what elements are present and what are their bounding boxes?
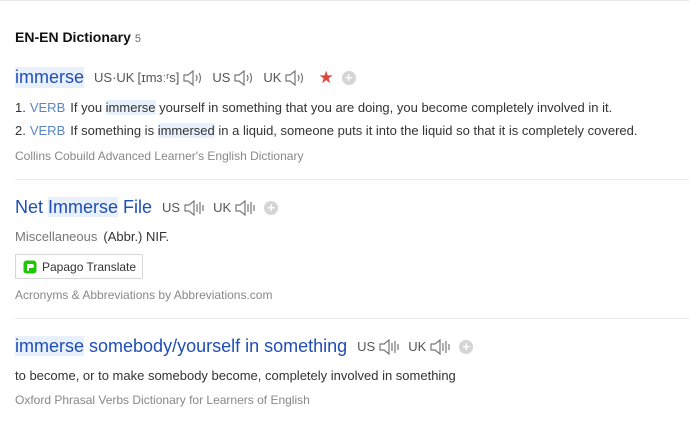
headword-part: Net [15,197,49,217]
papago-translate-button[interactable]: Papago Translate [15,254,143,279]
plus-icon[interactable]: + [264,200,279,215]
pron-label-uk: UK [213,200,232,215]
headword-part: File [118,197,153,217]
definition-1: 1. VERB If you immerse yourself in somethi… [15,100,612,115]
speaker-icon[interactable] [378,338,400,356]
source-credit: Oxford Phrasal Verbs Dictionary for Lear… [15,393,310,407]
headword-link[interactable]: immerse [15,67,85,88]
definition-number: 1. [15,100,26,115]
definition-number: 2. [15,123,26,138]
definition-text: If you [70,100,106,115]
speaker-icon[interactable] [284,69,306,87]
misc-abbreviation: (Abbr.) NIF. [103,229,170,244]
part-of-speech: VERB [29,123,66,138]
dictionary-header: EN-EN Dictionary 5 [15,29,141,45]
definition-text: in a liquid, someone puts it into the li… [214,123,638,138]
plus-icon[interactable]: + [341,70,356,85]
pron-label-uk: UK [263,70,282,85]
definition-text: If something is [70,123,158,138]
pron-label-uk: UK [408,339,427,354]
headword-highlight: immerse [15,336,85,356]
headword-link[interactable]: immerse somebody/yourself in something [15,336,347,357]
pron-label-us: US [212,70,231,85]
entry-immerse-head: immerse US·UK [ɪmɜːʳs] US UK ★ + [15,67,356,88]
entry-net-immerse-file-head: Net Immerse File US UK + [15,197,279,218]
definition-1: to become, or to make somebody become, c… [15,368,456,383]
plus-icon[interactable]: + [459,339,474,354]
papago-icon [23,260,37,273]
misc-category: Miscellaneous [15,229,98,244]
speaker-icon[interactable] [234,199,256,217]
papago-label: Papago Translate [42,259,137,274]
pronunciation-group: US·UK [ɪmɜːʳs] US UK [94,69,314,87]
phonetic-text: [ɪmɜːʳs] [137,70,180,85]
speaker-icon[interactable] [233,69,255,87]
part-of-speech: VERB [29,100,66,115]
speaker-icon[interactable] [429,338,451,356]
headword-highlight: Immerse [48,197,119,217]
pronunciation-group: US UK [162,199,264,217]
pronunciation-group: US UK [357,338,459,356]
entry-immerse-phrase-head: immerse somebody/yourself in something U… [15,336,474,357]
dictionary-title: EN-EN Dictionary [15,29,131,45]
definition-highlight: immerse [105,100,156,115]
source-credit: Collins Cobuild Advanced Learner's Engli… [15,149,304,163]
pron-label-usuk: US·UK [94,70,135,85]
headword-part: somebody/yourself in something [84,336,348,356]
pron-label-us: US [357,339,376,354]
top-divider [0,0,689,1]
source-credit: Acronyms & Abbreviations by Abbreviation… [15,288,273,302]
speaker-icon[interactable] [182,69,204,87]
misc-line: Miscellaneous (Abbr.) NIF. [15,229,169,244]
definition-2: 2. VERB If something is immersed in a liqu… [15,123,638,138]
entry-divider [15,318,689,319]
definition-text: yourself in something that you are doing… [155,100,613,115]
definition-highlight: immersed [157,123,215,138]
speaker-icon[interactable] [183,199,205,217]
pron-label-us: US [162,200,181,215]
star-icon[interactable]: ★ [318,69,333,86]
entry-divider [15,179,689,180]
headword-link[interactable]: Net Immerse File [15,197,152,218]
result-count: 5 [134,33,142,45]
